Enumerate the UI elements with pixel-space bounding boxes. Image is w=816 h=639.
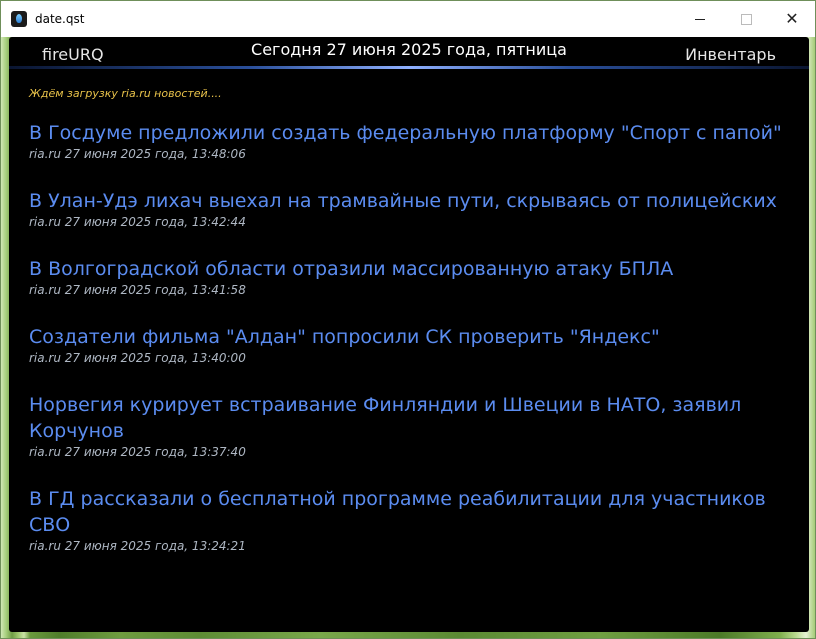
news-item: В Госдуме предложили создать федеральную… bbox=[29, 120, 789, 162]
news-meta: ria.ru 27 июня 2025 года, 13:41:58 bbox=[29, 283, 246, 297]
close-icon: ✕ bbox=[785, 9, 799, 28]
inventory-link[interactable]: Инвентарь bbox=[685, 45, 776, 64]
minimize-button[interactable] bbox=[677, 1, 723, 37]
flame-icon bbox=[11, 11, 27, 27]
window-controls: ✕ bbox=[677, 1, 815, 37]
news-meta: ria.ru 27 июня 2025 года, 13:24:21 bbox=[29, 539, 246, 553]
title-bar[interactable]: date.qst ✕ bbox=[1, 1, 815, 37]
loading-message: Ждём загрузку ria.ru новостей.... bbox=[29, 87, 222, 100]
news-item: В Улан-Удэ лихач выехал на трамвайные пу… bbox=[29, 188, 789, 230]
window-title: date.qst bbox=[35, 12, 85, 26]
news-link[interactable]: Норвегия курирует встраивание Финляндии … bbox=[29, 392, 789, 444]
maximize-button[interactable] bbox=[723, 1, 769, 37]
app-window: date.qst ✕ fireURQ Сегодня 27 июня 2025 … bbox=[0, 0, 816, 639]
close-button[interactable]: ✕ bbox=[769, 1, 815, 37]
news-meta: ria.ru 27 июня 2025 года, 13:42:44 bbox=[29, 215, 246, 229]
news-content: Ждём загрузку ria.ru новостей.... В Госд… bbox=[29, 87, 789, 580]
news-link[interactable]: В Волгоградской области отразили массиро… bbox=[29, 256, 789, 282]
news-meta: ria.ru 27 июня 2025 года, 13:37:40 bbox=[29, 445, 246, 459]
news-item: В Волгоградской области отразили массиро… bbox=[29, 256, 789, 298]
top-bar: fireURQ Сегодня 27 июня 2025 года, пятни… bbox=[9, 37, 809, 67]
game-client: fireURQ Сегодня 27 июня 2025 года, пятни… bbox=[9, 37, 809, 632]
news-link[interactable]: В ГД рассказали о бесплатной программе р… bbox=[29, 486, 789, 538]
news-link[interactable]: В Улан-Удэ лихач выехал на трамвайные пу… bbox=[29, 188, 789, 214]
news-link[interactable]: Создатели фильма "Алдан" попросили СК пр… bbox=[29, 324, 789, 350]
news-link[interactable]: В Госдуме предложили создать федеральную… bbox=[29, 120, 789, 146]
news-item: Создатели фильма "Алдан" попросили СК пр… bbox=[29, 324, 789, 366]
news-item: Норвегия курирует встраивание Финляндии … bbox=[29, 392, 789, 460]
minimize-icon bbox=[695, 18, 705, 20]
news-meta: ria.ru 27 июня 2025 года, 13:40:00 bbox=[29, 351, 246, 365]
news-item: В ГД рассказали о бесплатной программе р… bbox=[29, 486, 789, 554]
maximize-icon bbox=[740, 13, 752, 25]
header-divider bbox=[9, 66, 809, 69]
news-meta: ria.ru 27 июня 2025 года, 13:48:06 bbox=[29, 147, 246, 161]
